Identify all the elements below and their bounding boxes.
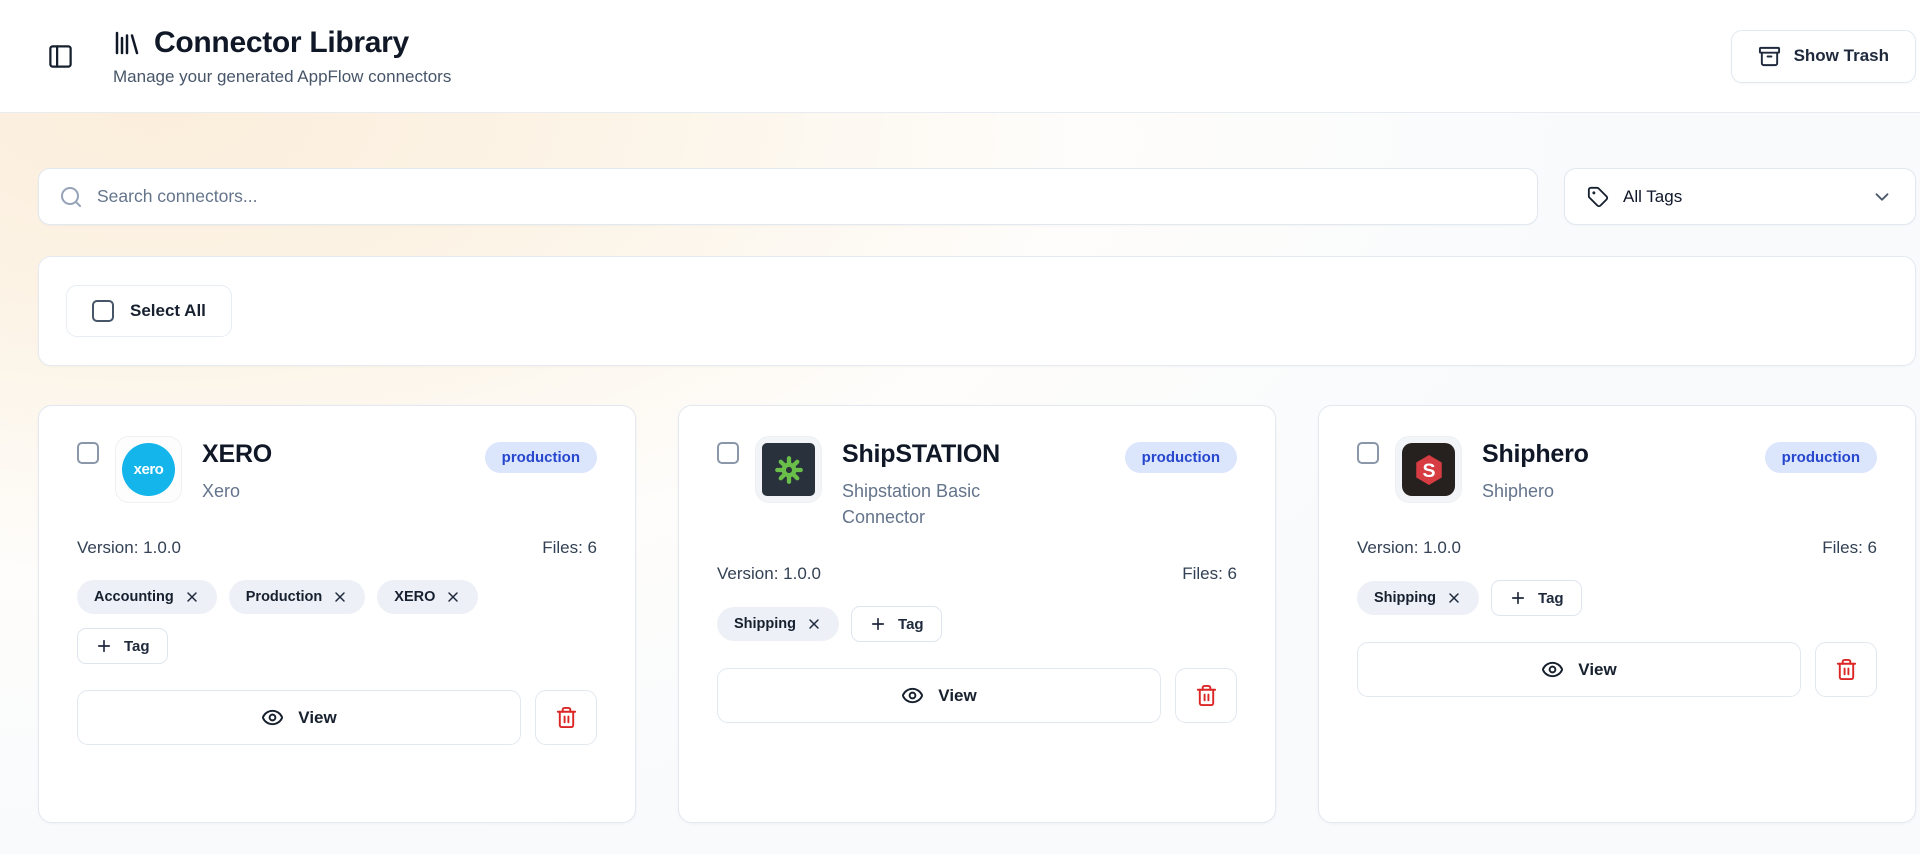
remove-tag-icon[interactable] [332,589,348,605]
remove-tag-icon[interactable] [184,589,200,605]
remove-tag-icon[interactable] [1446,590,1462,606]
plus-icon [1509,589,1527,607]
card-title: ShipSTATION [842,440,1000,468]
page-header: Connector Library Manage your generated … [0,0,1920,113]
search-icon [59,185,83,209]
trash-icon [1835,658,1858,681]
files-label: Files: 6 [1182,564,1237,583]
version-label: Version: 1.0.0 [1357,538,1461,557]
select-all-button[interactable]: Select All [66,285,232,337]
tag-pill: Shipping [1357,581,1480,615]
status-badge: production [484,442,597,473]
trash-icon [1195,684,1218,707]
chevron-down-icon [1871,186,1893,208]
files-label: Files: 6 [1822,538,1877,557]
tag-pill: Accounting [77,580,217,614]
plus-icon [869,615,887,633]
files-label: Files: 6 [542,538,597,557]
card-subtitle: Shiphero [1482,481,1555,501]
remove-tag-icon[interactable] [806,616,822,632]
trash-icon [555,706,578,729]
show-trash-label: Show Trash [1793,46,1889,65]
delete-button[interactable] [1175,668,1237,723]
select-all-label: Select All [130,301,206,320]
sidebar-toggle-button[interactable] [38,34,82,78]
tags-filter-label: All Tags [1623,186,1683,206]
page-subtitle: Manage your generated AppFlow connectors [113,66,452,86]
version-label: Version: 1.0.0 [77,538,181,557]
status-badge: production [1124,442,1237,473]
main-content: All Tags Select All xero XERO Xero [0,113,1920,854]
tags-filter-dropdown[interactable]: All Tags [1564,168,1916,225]
card-checkbox[interactable] [1357,442,1379,464]
view-button[interactable]: View [717,668,1161,723]
plus-icon [95,637,113,655]
shiphero-logo: S [1395,436,1462,503]
eye-icon [1541,658,1564,681]
status-badge: production [1764,442,1877,473]
tag-pill: Shipping [717,607,840,641]
shipstation-logo [755,436,822,503]
card-title: XERO [202,440,273,468]
eye-icon [901,684,924,707]
view-button[interactable]: View [1357,642,1801,697]
panel-left-icon [47,43,74,70]
add-tag-button[interactable]: Tag [77,628,168,664]
connector-card-shiphero: S Shiphero Shiphero production Version: … [1318,405,1916,823]
view-button[interactable]: View [77,690,521,745]
xero-logo: xero [115,436,182,503]
card-subtitle: Shipstation Basic Connector [842,481,981,527]
add-tag-button[interactable]: Tag [851,606,942,642]
delete-button[interactable] [1815,642,1877,697]
tag-pill: Production [228,580,366,614]
connector-card-xero: xero XERO Xero production Version: 1.0.0… [38,405,636,823]
library-icon [112,28,142,58]
svg-text:S: S [1422,459,1435,481]
archive-icon [1758,45,1781,68]
toolbar: All Tags [38,168,1916,225]
connector-card-grid: xero XERO Xero production Version: 1.0.0… [38,405,1916,823]
eye-icon [261,706,284,729]
add-tag-button[interactable]: Tag [1491,580,1582,616]
connector-card-shipstation: ShipSTATION Shipstation Basic Connector … [678,405,1276,823]
card-checkbox[interactable] [717,442,739,464]
card-title: Shiphero [1482,440,1589,468]
selection-bar: Select All [38,256,1916,366]
gear-icon [773,454,805,486]
search-input[interactable] [97,186,1517,207]
show-trash-button[interactable]: Show Trash [1730,29,1916,83]
card-checkbox[interactable] [77,442,99,464]
title-block: Connector Library Manage your generated … [112,26,451,87]
delete-button[interactable] [535,690,597,745]
tag-icon [1587,186,1609,208]
page-title: Connector Library [154,25,409,59]
version-label: Version: 1.0.0 [717,564,821,583]
search-box [38,168,1538,225]
card-subtitle: Xero [202,481,241,501]
tag-pill: XERO [377,580,479,614]
select-all-checkbox[interactable] [92,300,114,322]
remove-tag-icon[interactable] [445,589,461,605]
